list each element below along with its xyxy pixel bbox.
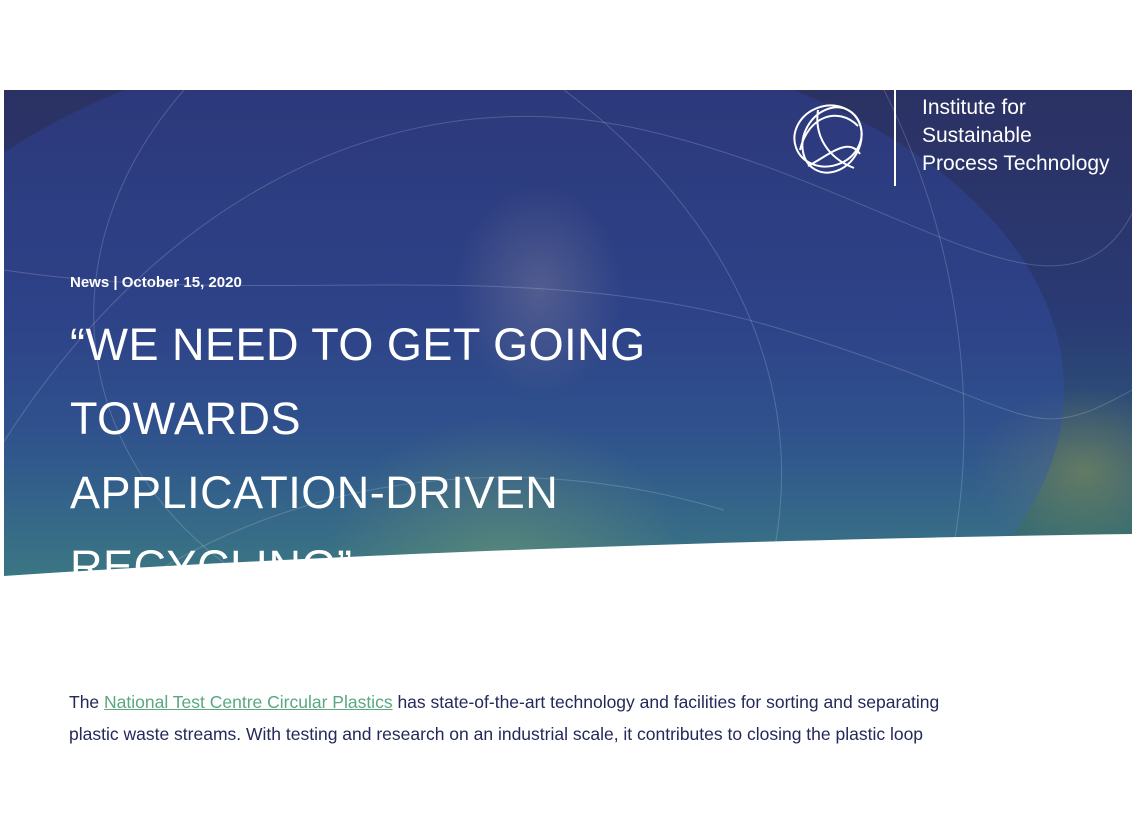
intertwined-loops-logo-icon [793,104,863,174]
article-meta: News | October 15, 2020 [70,274,242,291]
institute-logo[interactable]: Institute for Sustainable Process Techno… [788,90,1114,190]
headline-line-2: APPLICATION-DRIVEN RECYCLING” [70,467,559,592]
intro-prefix: The [69,692,105,712]
hero-banner: Institute for Sustainable Process Techno… [4,90,1132,592]
logo-line-2: Sustainable [922,124,1032,147]
logo-line-3: Process Technology [922,152,1110,175]
headline-line-1: “WE NEED TO GET GOING TOWARDS [70,319,646,444]
page: Institute for Sustainable Process Techno… [0,0,1134,832]
logo-line-1: Institute for [922,96,1026,119]
article-headline: “WE NEED TO GET GOING TOWARDS APPLICATIO… [70,308,830,592]
logo-divider [894,90,896,186]
intro-paragraph: The National Test Centre Circular Plasti… [69,686,969,750]
national-test-centre-link[interactable]: National Test Centre Circular Plastics [104,692,393,712]
logo-text: Institute for Sustainable Process Techno… [922,90,1114,178]
